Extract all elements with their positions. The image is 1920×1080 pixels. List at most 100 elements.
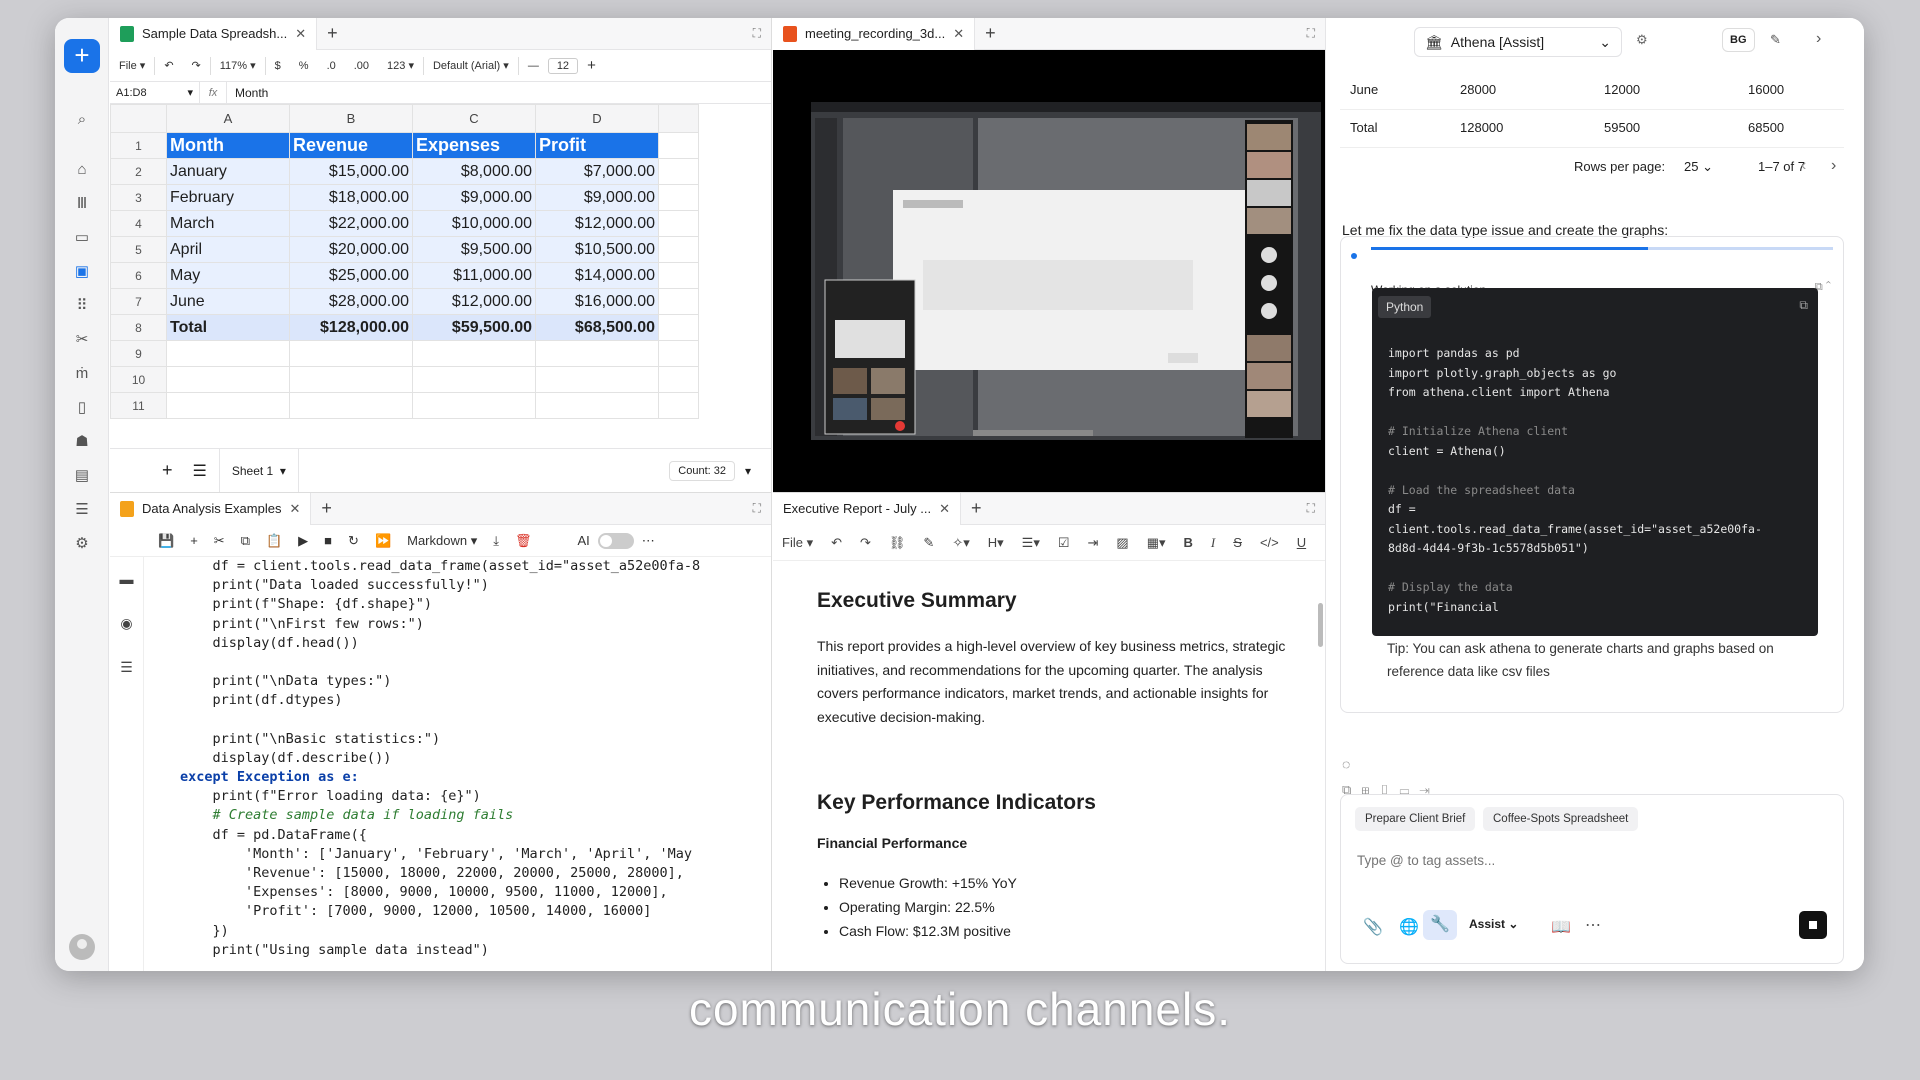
redo-icon[interactable]: ↷ — [183, 59, 210, 72]
list-icon[interactable]: ☰▾ — [1013, 535, 1049, 551]
column-header[interactable]: A — [166, 104, 290, 133]
currency-button[interactable]: $ — [266, 60, 290, 72]
cell[interactable] — [166, 392, 290, 419]
tools-icon[interactable]: 🔧 — [1423, 910, 1457, 940]
video-player[interactable] — [773, 50, 1325, 492]
tab-spreadsheet[interactable]: Sample Data Spreadsh... ✕ — [110, 18, 318, 50]
cell[interactable] — [289, 392, 413, 419]
font-select[interactable]: Default (Arial) ▾ — [424, 59, 518, 72]
cell[interactable]: $7,000.00 — [535, 158, 659, 185]
row-header[interactable]: 7 — [110, 288, 167, 315]
cell[interactable]: $16,000.00 — [535, 288, 659, 315]
user-avatar[interactable] — [69, 934, 95, 960]
cell[interactable] — [412, 392, 536, 419]
row-header[interactable]: 9 — [110, 340, 167, 367]
cell[interactable]: $25,000.00 — [289, 262, 413, 289]
cell[interactable]: May — [166, 262, 290, 289]
magic-icon[interactable]: ✧▾ — [943, 535, 978, 551]
cell[interactable] — [535, 366, 659, 393]
tab-video[interactable]: meeting_recording_3d... ✕ — [773, 18, 976, 50]
delete-icon[interactable]: 🗑 — [507, 533, 540, 549]
indent-icon[interactable]: ⇥ — [1079, 535, 1108, 551]
add-tab-button[interactable]: + — [971, 498, 982, 519]
cell[interactable]: $10,500.00 — [535, 236, 659, 263]
column-header[interactable]: B — [289, 104, 413, 133]
increase-decimal-button[interactable]: .00 — [345, 60, 378, 72]
checklist-icon[interactable]: ☑ — [1049, 535, 1079, 551]
expand-icon[interactable]: ⛶ — [753, 26, 761, 41]
tools-icon[interactable]: ✂ — [69, 330, 95, 350]
contacts-icon[interactable]: ☗ — [69, 432, 95, 452]
cell[interactable] — [535, 340, 659, 367]
cell[interactable]: Month — [166, 132, 290, 159]
book-icon[interactable]: ▯ — [69, 398, 95, 418]
search-icon[interactable]: ⌕ — [69, 110, 95, 130]
cell[interactable]: $68,500.00 — [535, 314, 659, 341]
document-icon[interactable]: ▤ — [69, 466, 95, 486]
cell-type-select[interactable]: Markdown ▾ — [399, 533, 485, 549]
cell[interactable]: January — [166, 158, 290, 185]
file-menu[interactable]: File ▾ — [110, 59, 154, 72]
close-icon[interactable]: ✕ — [939, 501, 950, 517]
cell[interactable]: $9,500.00 — [412, 236, 536, 263]
cell[interactable] — [289, 340, 413, 367]
row-header[interactable]: 3 — [110, 184, 167, 211]
more-icon[interactable]: ⋯ — [1585, 915, 1601, 935]
copy-icon[interactable]: ⧉ — [233, 533, 258, 549]
cell[interactable]: $14,000.00 — [535, 262, 659, 289]
cell[interactable]: April — [166, 236, 290, 263]
assist-select[interactable]: Assist ⌄ — [1469, 917, 1518, 931]
row-header[interactable]: 8 — [110, 314, 167, 341]
attach-icon[interactable]: 📎 — [1363, 917, 1383, 937]
cell[interactable]: $59,500.00 — [412, 314, 536, 341]
cell[interactable]: $11,000.00 — [412, 262, 536, 289]
number-format-select[interactable]: 123 ▾ — [378, 59, 423, 72]
cell[interactable]: $20,000.00 — [289, 236, 413, 263]
cell[interactable]: $12,000.00 — [412, 288, 536, 315]
edit-icon[interactable]: ✎ — [1770, 32, 1781, 48]
report-document[interactable]: Executive Summary This report provides a… — [773, 561, 1325, 971]
stop-icon[interactable]: ■ — [316, 533, 340, 548]
add-cell-icon[interactable]: + — [182, 533, 206, 548]
scrollbar[interactable] — [1318, 603, 1323, 647]
bold-icon[interactable]: B — [1175, 535, 1202, 550]
column-header[interactable]: C — [412, 104, 536, 133]
suggestion-chip[interactable]: Coffee-Spots Spreadsheet — [1483, 807, 1639, 831]
close-icon[interactable]: ✕ — [289, 501, 300, 517]
link-icon[interactable]: ⛓ — [880, 535, 915, 551]
cell[interactable]: $10,000.00 — [412, 210, 536, 237]
cell-reference[interactable]: A1:D8 ▾ — [110, 81, 200, 104]
expand-icon[interactable]: ⛶ — [1307, 501, 1315, 516]
cell[interactable] — [412, 340, 536, 367]
file-menu[interactable]: File ▾ — [773, 535, 822, 551]
run-all-icon[interactable]: ⏩ — [367, 533, 399, 549]
apps-icon[interactable]: ⠿ — [69, 296, 95, 316]
sheet-list-icon[interactable]: ☰ — [193, 461, 207, 481]
row-header[interactable]: 4 — [110, 210, 167, 237]
mode-select[interactable]: 🏛 Athena [Assist] ⌄ — [1414, 27, 1622, 57]
inbox-icon[interactable]: ▭ — [69, 228, 95, 248]
cell[interactable]: March — [166, 210, 290, 237]
close-icon[interactable]: ✕ — [295, 26, 306, 42]
formula-input[interactable]: Month — [226, 81, 771, 104]
cell[interactable]: $8,000.00 — [412, 158, 536, 185]
run-icon[interactable]: ▶ — [290, 533, 316, 549]
row-header[interactable]: 1 — [110, 132, 167, 159]
add-sheet-button[interactable]: + — [162, 460, 173, 481]
more-icon[interactable]: ⋯ — [634, 533, 663, 549]
restart-icon[interactable]: ↻ — [340, 533, 367, 549]
strike-icon[interactable]: S — [1224, 535, 1251, 550]
cell[interactable]: $9,000.00 — [535, 184, 659, 211]
cell[interactable] — [289, 366, 413, 393]
zoom-select[interactable]: 117% ▾ — [211, 59, 265, 72]
list-icon[interactable]: ☰ — [69, 500, 95, 520]
cut-icon[interactable]: ✂ — [206, 533, 233, 549]
code-icon[interactable]: </> — [1251, 535, 1288, 550]
next-page-icon[interactable]: › — [1831, 157, 1836, 175]
row-header[interactable]: 6 — [110, 262, 167, 289]
cell[interactable] — [166, 340, 290, 367]
user-badge[interactable]: BG — [1722, 28, 1755, 52]
row-header[interactable]: 2 — [110, 158, 167, 185]
globe-icon[interactable]: 🌐 — [1399, 917, 1419, 937]
table-icon[interactable]: ▦▾ — [1138, 535, 1175, 551]
